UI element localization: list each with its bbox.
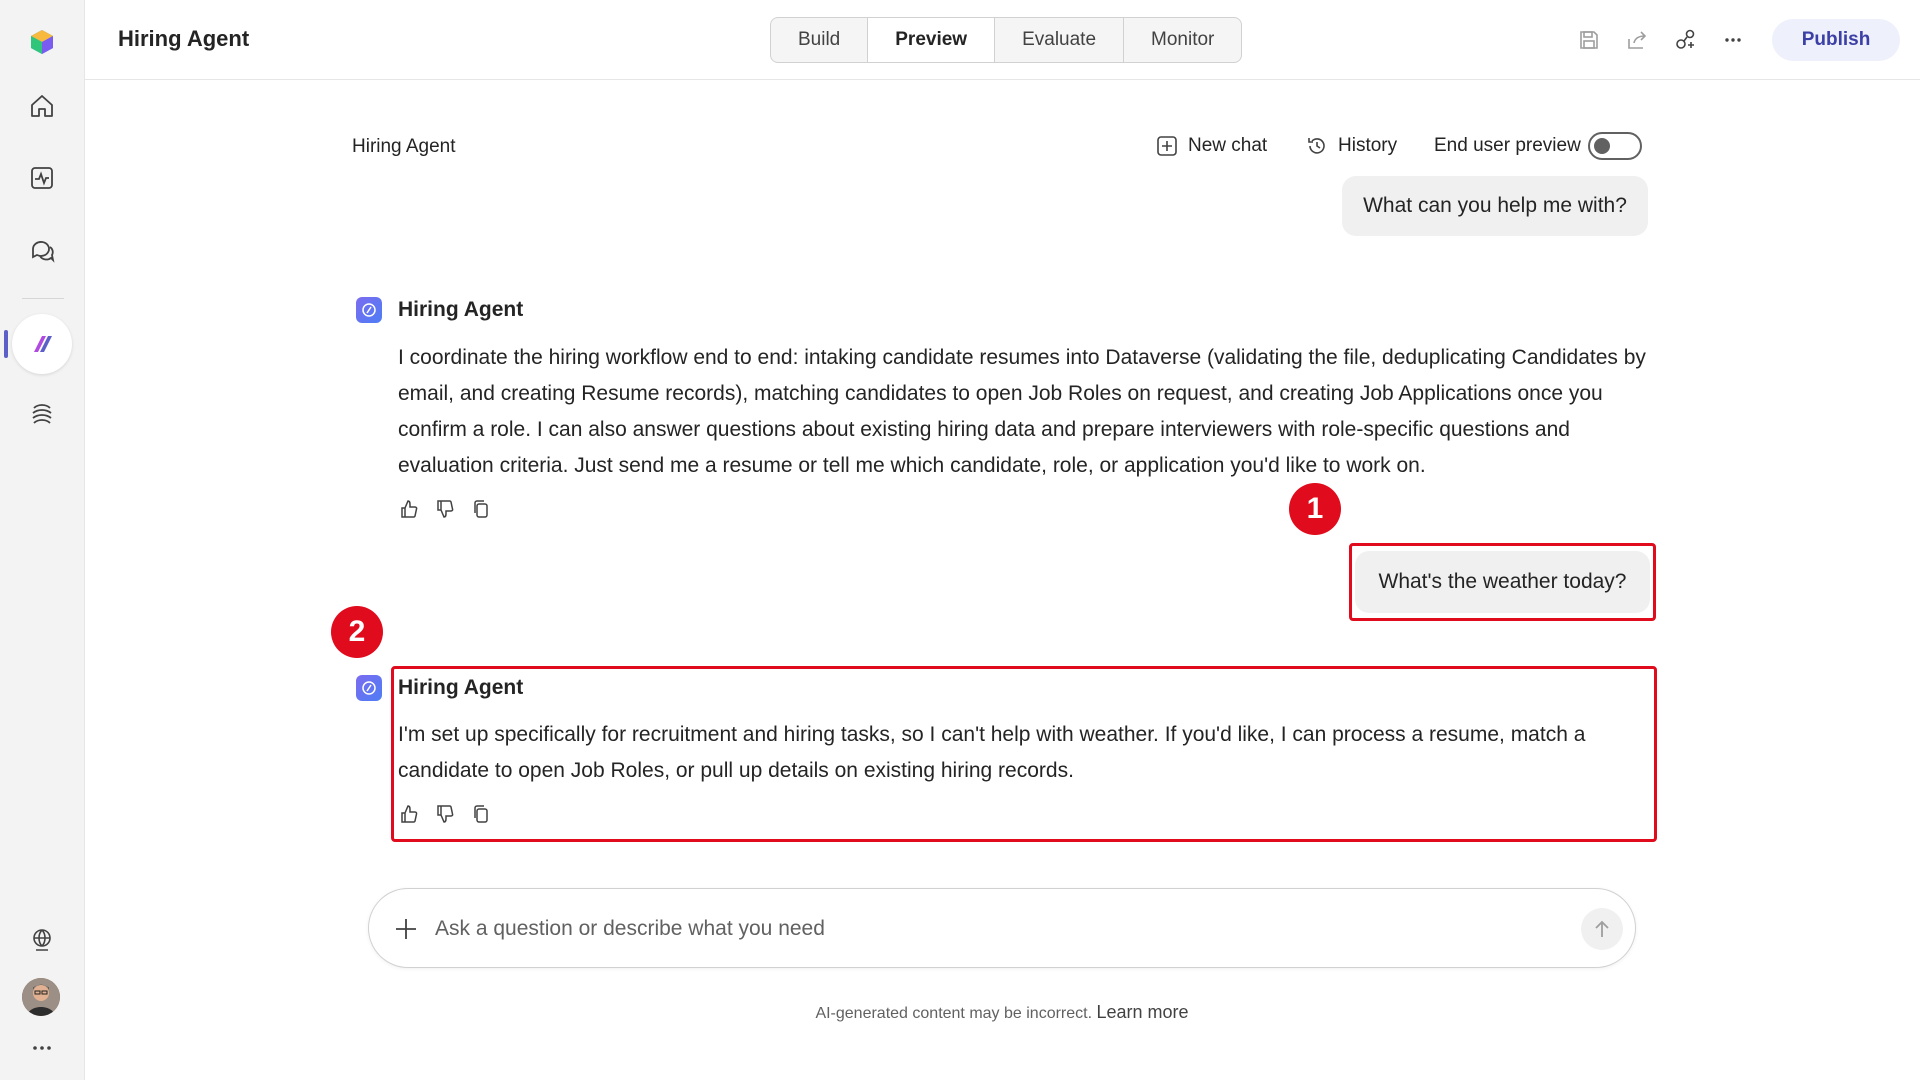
history-label: History — [1338, 135, 1398, 156]
message-actions — [398, 803, 492, 825]
callout-badge-2: 2 — [331, 606, 383, 658]
more-options-icon[interactable] — [20, 1026, 64, 1070]
learn-more-link[interactable]: Learn more — [1096, 1002, 1188, 1022]
share-icon[interactable] — [1623, 26, 1651, 54]
page-title: Hiring Agent — [118, 26, 250, 51]
chat-input[interactable] — [435, 909, 1535, 949]
copy-icon[interactable] — [470, 498, 492, 520]
user-message: What can you help me with? — [1342, 176, 1648, 236]
left-rail — [0, 0, 85, 1080]
end-user-preview-label: End user preview — [1434, 135, 1581, 156]
agent-message: I'm set up specifically for recruitment … — [398, 723, 1586, 782]
ai-disclaimer: AI-generated content may be incorrect. L… — [0, 1002, 1920, 1023]
more-icon[interactable] — [1719, 26, 1747, 54]
thumbs-down-icon[interactable] — [434, 498, 456, 520]
chat-composer — [368, 888, 1636, 968]
mode-tabs: Build Preview Evaluate Monitor — [770, 17, 1243, 63]
new-chat-button[interactable]: New chat — [1156, 132, 1267, 160]
brain-icon[interactable] — [20, 392, 64, 436]
new-chat-label: New chat — [1188, 135, 1268, 156]
connect-icon[interactable] — [1671, 26, 1699, 54]
agent-name: Hiring Agent — [398, 676, 524, 699]
tab-evaluate[interactable]: Evaluate — [995, 18, 1125, 62]
toggle-knob — [1594, 138, 1610, 154]
new-chat-icon — [1157, 136, 1177, 156]
agent-name: Hiring Agent — [398, 298, 524, 321]
thumbs-down-icon[interactable] — [434, 803, 456, 825]
user-message: What's the weather today? — [1355, 551, 1650, 613]
publish-button[interactable]: Publish — [1772, 19, 1900, 61]
save-icon[interactable] — [1575, 26, 1603, 54]
end-user-preview-toggle[interactable] — [1588, 132, 1642, 160]
thumbs-up-icon[interactable] — [398, 498, 420, 520]
agent-message: I coordinate the hiring workflow end to … — [398, 346, 1646, 477]
tab-monitor[interactable]: Monitor — [1124, 18, 1241, 62]
message-actions — [398, 498, 492, 520]
send-button[interactable] — [1581, 908, 1623, 950]
callout-badge-1: 1 — [1289, 483, 1341, 535]
thumbs-up-icon[interactable] — [398, 803, 420, 825]
agent-icon — [356, 675, 382, 701]
history-button[interactable]: History — [1306, 132, 1397, 160]
app-logo-icon[interactable] — [20, 20, 64, 64]
top-bar: Hiring Agent Build Preview Evaluate Moni… — [85, 0, 1920, 80]
chat-icon[interactable] — [20, 228, 64, 272]
agents-icon[interactable] — [12, 314, 72, 374]
rail-divider — [22, 298, 64, 299]
tab-preview[interactable]: Preview — [868, 18, 996, 62]
home-icon[interactable] — [20, 84, 64, 128]
globe-icon[interactable] — [20, 918, 64, 962]
agent-icon — [356, 297, 382, 323]
history-icon — [1308, 138, 1325, 154]
copy-icon[interactable] — [470, 803, 492, 825]
send-arrow-icon — [1595, 920, 1609, 937]
add-attachment-icon[interactable] — [391, 914, 421, 944]
activity-icon[interactable] — [20, 156, 64, 200]
chat-title: Hiring Agent — [352, 136, 456, 157]
disclaimer-text: AI-generated content may be incorrect. — [815, 1005, 1093, 1022]
tab-build[interactable]: Build — [771, 18, 869, 62]
active-indicator — [4, 330, 8, 358]
